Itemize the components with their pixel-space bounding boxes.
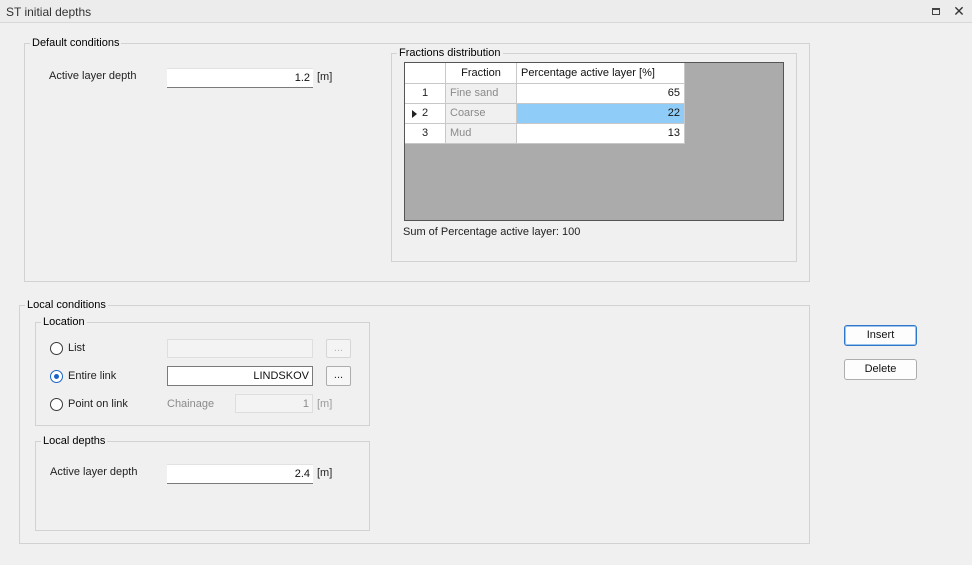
insert-button[interactable]: Insert [844,325,917,346]
fractions-sum-text: Sum of Percentage active layer: 100 [403,226,581,238]
window-title: ST initial depths [6,5,92,19]
grid-row-header[interactable]: 1 [405,84,446,104]
row-index: 1 [421,87,429,99]
default-active-layer-unit: [m] [317,71,333,83]
title-bar: ST initial depths ✕ [0,0,972,23]
row-pointer-icon [412,110,417,118]
entire-link-radio-label[interactable]: Entire link [68,370,116,382]
point-on-link-radio-label[interactable]: Point on link [68,398,128,410]
chainage-unit: [m] [317,398,333,410]
list-radio[interactable] [50,342,63,355]
fractions-title: Fractions distribution [397,47,503,59]
local-active-layer-label: Active layer depth [50,466,138,478]
local-active-layer-unit: [m] [317,467,333,479]
entire-link-browse-button[interactable]: ... [326,366,351,386]
list-browse-button[interactable]: ... [326,339,351,358]
list-radio-label[interactable]: List [68,342,85,354]
close-icon[interactable]: ✕ [952,3,966,19]
entire-link-radio[interactable] [50,370,63,383]
row-index: 2 [421,107,429,119]
default-active-layer-input[interactable]: 1.2 [167,68,313,88]
grid-cell-percentage[interactable]: 13 [517,124,685,144]
grid-row-header[interactable]: 2 [405,104,446,124]
grid-cell-fraction[interactable]: Fine sand [446,84,517,104]
default-conditions-title: Default conditions [30,37,122,49]
grid-header-percentage[interactable]: Percentage active layer [%] [517,63,685,84]
grid-cell-fraction[interactable]: Coarse sand [446,104,517,138]
location-title: Location [41,316,87,328]
grid-corner-header [405,63,446,84]
grid-cell-percentage[interactable]: 65 [517,84,685,104]
restore-icon[interactable] [929,5,943,19]
local-depths-group [35,441,370,531]
fractions-grid[interactable]: Fraction Percentage active layer [%] 1 F… [404,62,784,221]
local-depths-title: Local depths [41,435,108,447]
chainage-label: Chainage [167,398,215,410]
chainage-input[interactable]: 1 [235,394,313,413]
local-active-layer-input[interactable]: 2.4 [167,464,313,484]
list-input[interactable] [167,339,313,358]
grid-cell-percentage-selected[interactable]: 22 [517,104,685,124]
grid-row-header[interactable]: 3 [405,124,446,144]
local-conditions-title: Local conditions [25,299,108,311]
entire-link-input[interactable]: LINDSKOV [167,366,313,386]
row-index: 3 [421,127,429,139]
delete-button[interactable]: Delete [844,359,917,380]
grid-header-fraction[interactable]: Fraction [446,63,517,84]
default-active-layer-label: Active layer depth [49,70,137,82]
point-on-link-radio[interactable] [50,398,63,411]
grid-cell-fraction[interactable]: Mud [446,124,517,144]
